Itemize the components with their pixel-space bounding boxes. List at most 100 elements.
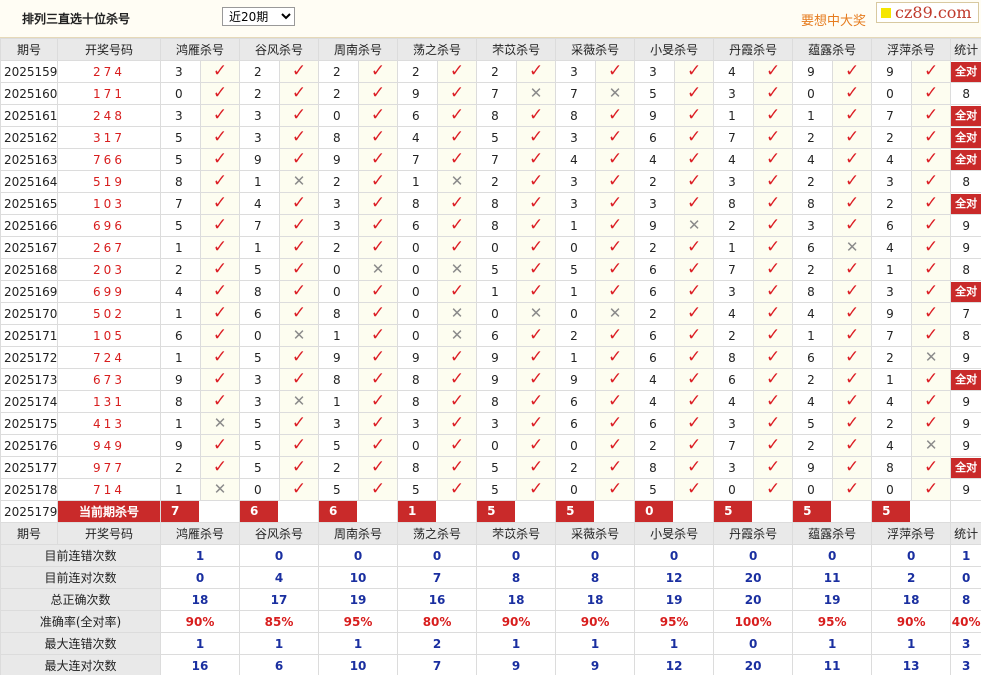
check-icon: ✓ bbox=[674, 280, 715, 303]
summary-stat: 3 bbox=[950, 632, 981, 655]
kill-number-cell: 9 bbox=[160, 434, 201, 457]
check-icon: ✓ bbox=[595, 368, 636, 391]
summary-value: 95% bbox=[318, 610, 399, 633]
table-row: 2025162 317 5 ✓ 3 ✓ 8 ✓ 4 ✓ 5 ✓ 3 ✓ 6 ✓ 7 ✓ 2 ✓ 2 ✓ 全对 bbox=[0, 126, 981, 149]
draw-number-cell: 171 bbox=[57, 82, 161, 105]
site-logo[interactable]: cz89.com bbox=[876, 2, 979, 23]
check-icon: ✓ bbox=[911, 126, 952, 149]
kill-number-cell: 1 bbox=[476, 280, 518, 303]
check-icon: ✓ bbox=[753, 82, 794, 105]
summary-value: 16 bbox=[159, 654, 241, 675]
check-icon: ✓ bbox=[595, 60, 636, 83]
logo-text: cz89.com bbox=[895, 3, 972, 22]
summary-value: 2 bbox=[397, 632, 478, 655]
summary-value: 1 bbox=[476, 632, 557, 655]
check-icon: ✓ bbox=[199, 170, 241, 193]
stat-cell: 9 bbox=[950, 434, 981, 457]
check-icon: ✓ bbox=[753, 148, 794, 171]
kill-number-cell: 3 bbox=[713, 170, 755, 193]
check-icon: ✓ bbox=[358, 412, 399, 435]
kill-number-cell: 0 bbox=[476, 236, 518, 259]
kill-number-cell: 4 bbox=[239, 192, 281, 215]
summary-value: 17 bbox=[239, 588, 320, 611]
check-icon: ✓ bbox=[911, 324, 952, 347]
results-table: 期号 开奖号码 鸿雁杀号 谷风杀号 周南杀号 荡之杀号 芣苡杀号 采薇杀号 小旻… bbox=[0, 38, 981, 675]
kill-number-cell: 9 bbox=[555, 368, 597, 391]
kill-number-cell: 9 bbox=[871, 60, 913, 83]
check-icon: ✓ bbox=[199, 434, 241, 457]
kill-number-table: 期号 开奖号码 鸿雁杀号 谷风杀号 周南杀号 荡之杀号 芣苡杀号 采薇杀号 小旻… bbox=[0, 38, 981, 675]
cross-icon: ✕ bbox=[199, 478, 241, 501]
cross-icon: ✕ bbox=[595, 302, 636, 325]
issue-cell: 2025160 bbox=[0, 82, 58, 105]
kill-number-cell: 4 bbox=[634, 148, 676, 171]
check-icon: ✓ bbox=[753, 390, 794, 413]
kill-number-cell: 1 bbox=[239, 170, 281, 193]
summary-value: 80% bbox=[397, 610, 478, 633]
kill-number-cell: 3 bbox=[713, 412, 755, 435]
kill-number-cell: 1 bbox=[713, 104, 755, 127]
kill-number-cell: 0 bbox=[871, 82, 913, 105]
kill-number-cell: 5 bbox=[476, 456, 518, 479]
table-row: 2025177 977 2 ✓ 5 ✓ 2 ✓ 8 ✓ 5 ✓ 2 ✓ 8 ✓ 3 ✓ 9 ✓ 8 ✓ 全对 bbox=[0, 456, 981, 479]
kill-number-cell: 0 bbox=[871, 478, 913, 501]
check-icon: ✓ bbox=[437, 192, 478, 215]
kill-number-cell: 2 bbox=[634, 302, 676, 325]
check-icon: ✓ bbox=[911, 456, 952, 479]
check-icon: ✓ bbox=[437, 456, 478, 479]
issue-cell: 2025178 bbox=[0, 478, 58, 501]
all-correct-badge: 全对 bbox=[951, 193, 981, 214]
check-icon: ✓ bbox=[753, 434, 794, 457]
col-method-8: 丹霞杀号 bbox=[713, 38, 794, 61]
kill-number-cell: 9 bbox=[634, 104, 676, 127]
check-icon: ✓ bbox=[832, 434, 873, 457]
current-kill-cell: 5 bbox=[713, 500, 794, 523]
issue-cell: 2025172 bbox=[0, 346, 58, 369]
current-kill-cell: 6 bbox=[318, 500, 399, 523]
cross-icon: ✕ bbox=[832, 236, 873, 259]
col-method-8-repeat: 丹霞杀号 bbox=[713, 522, 794, 545]
summary-value: 0 bbox=[713, 544, 794, 567]
kill-number-cell: 8 bbox=[555, 104, 597, 127]
col-stats: 统计 bbox=[950, 38, 981, 61]
summary-value: 0 bbox=[713, 632, 794, 655]
summary-label: 目前连对次数 bbox=[0, 566, 161, 589]
kill-number-cell: 8 bbox=[239, 280, 281, 303]
check-icon: ✓ bbox=[832, 82, 873, 105]
check-icon: ✓ bbox=[437, 126, 478, 149]
cross-icon: ✕ bbox=[595, 82, 636, 105]
kill-number-cell: 8 bbox=[318, 302, 360, 325]
check-icon: ✓ bbox=[437, 82, 478, 105]
check-icon: ✓ bbox=[674, 148, 715, 171]
kill-number-cell: 5 bbox=[239, 346, 281, 369]
stat-cell: 9 bbox=[950, 390, 981, 413]
check-icon: ✓ bbox=[199, 82, 241, 105]
check-icon: ✓ bbox=[437, 412, 478, 435]
check-icon: ✓ bbox=[595, 346, 636, 369]
summary-value: 8 bbox=[476, 566, 557, 589]
table-row: 2025170 502 1 ✓ 6 ✓ 8 ✓ 0 ✕ 0 ✕ 0 ✕ 2 ✓ 4 ✓ 4 ✓ 9 ✓ 7 bbox=[0, 302, 981, 325]
check-icon: ✓ bbox=[199, 258, 241, 281]
kill-number-cell: 0 bbox=[160, 82, 201, 105]
check-icon: ✓ bbox=[911, 192, 952, 215]
kill-number-cell: 3 bbox=[634, 192, 676, 215]
promo-text[interactable]: 要想中大奖 bbox=[801, 10, 866, 29]
check-icon: ✓ bbox=[832, 456, 873, 479]
check-icon: ✓ bbox=[199, 456, 241, 479]
current-kill-cell: 1 bbox=[397, 500, 478, 523]
check-icon: ✓ bbox=[279, 478, 320, 501]
kill-number-cell: 8 bbox=[634, 456, 676, 479]
kill-number-cell: 2 bbox=[555, 456, 597, 479]
cross-icon: ✕ bbox=[911, 434, 952, 457]
kill-number-cell: 8 bbox=[476, 214, 518, 237]
period-select[interactable]: 近20期 bbox=[222, 7, 295, 26]
issue-cell: 2025161 bbox=[0, 104, 58, 127]
check-icon: ✓ bbox=[911, 148, 952, 171]
summary-value: 1 bbox=[792, 632, 873, 655]
kill-number-cell: 8 bbox=[792, 280, 834, 303]
kill-number-cell: 5 bbox=[160, 126, 201, 149]
col-method-6: 采薇杀号 bbox=[555, 38, 636, 61]
check-icon: ✓ bbox=[516, 390, 557, 413]
kill-number-cell: 9 bbox=[476, 368, 518, 391]
kill-number-cell: 5 bbox=[239, 412, 281, 435]
